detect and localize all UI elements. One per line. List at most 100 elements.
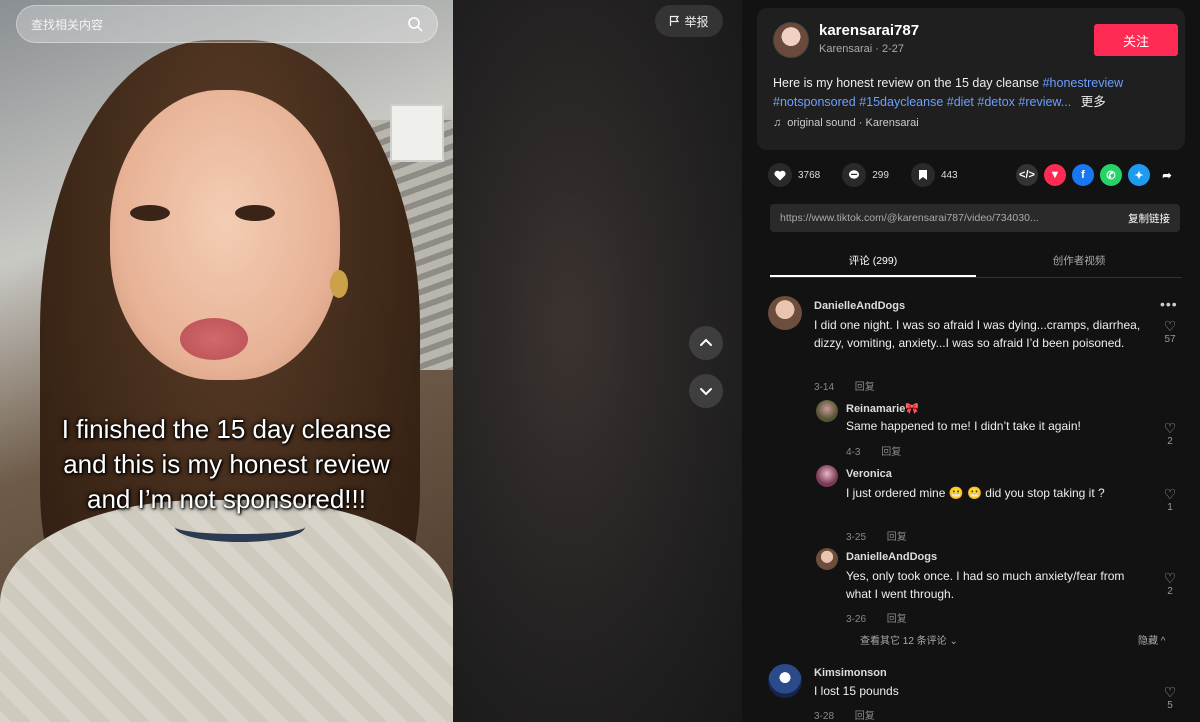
comment-date: 3-26 bbox=[846, 614, 867, 625]
copy-link-button[interactable]: 复制链接 bbox=[1128, 211, 1170, 226]
comment-date: 4-3 bbox=[846, 447, 861, 458]
comment-meta: 3-26 回复 bbox=[846, 610, 907, 625]
video-description: Here is my honest review on the 15 day c… bbox=[773, 74, 1173, 112]
heart-outline-icon: ♡ bbox=[1163, 318, 1177, 334]
comment-username[interactable]: Reinamarie🎀 bbox=[846, 402, 919, 415]
comment-like-count: 2 bbox=[1167, 586, 1173, 597]
tab-creator-videos[interactable]: 创作者视频 bbox=[976, 248, 1182, 277]
person-eye-right bbox=[235, 205, 275, 221]
author-card: karensarai787 Karensarai · 2-27 关注 Here … bbox=[757, 8, 1185, 150]
follow-button[interactable]: 关注 bbox=[1094, 24, 1178, 56]
person-lips bbox=[180, 318, 248, 360]
video-frame[interactable]: I finished the 15 day cleanse and this i… bbox=[0, 0, 453, 722]
pinterest-icon[interactable]: ▼ bbox=[1044, 164, 1066, 186]
hashtag-link[interactable]: #detox bbox=[977, 95, 1015, 109]
comment-text: Same happened to me! I didn’t take it ag… bbox=[846, 419, 1081, 433]
avatar[interactable] bbox=[816, 548, 838, 570]
search-icon[interactable] bbox=[407, 16, 423, 32]
comment-date: 3-28 bbox=[814, 711, 835, 722]
more-link[interactable]: 更多 bbox=[1081, 95, 1106, 109]
comment-like-button[interactable]: ♡ 1 bbox=[1160, 486, 1180, 513]
hashtag-link[interactable]: #diet bbox=[947, 95, 974, 109]
hide-replies-button[interactable]: 隐藏 ^ bbox=[1138, 632, 1165, 647]
search-input[interactable]: 查找相关内容 bbox=[31, 16, 407, 33]
comment-date: 3-14 bbox=[814, 382, 835, 393]
search-bar[interactable]: 查找相关内容 bbox=[16, 5, 438, 43]
chevron-down-icon bbox=[700, 388, 712, 396]
avatar[interactable] bbox=[768, 296, 802, 330]
author-avatar[interactable] bbox=[773, 22, 809, 58]
comment-username[interactable]: Kimsimonson bbox=[814, 667, 887, 679]
avatar[interactable] bbox=[768, 664, 802, 698]
hashtag-link[interactable]: #review... bbox=[1018, 95, 1071, 109]
comment-text: Yes, only took once. I had so much anxie… bbox=[846, 569, 1125, 601]
facebook-icon[interactable]: f bbox=[1072, 164, 1094, 186]
action-bar: 3768 299 443 </> ▼ f ✆ ✦ ➦ bbox=[768, 162, 1178, 188]
twitter-icon[interactable]: ✦ bbox=[1128, 164, 1150, 186]
background-box bbox=[390, 104, 444, 162]
comment-text: I lost 15 pounds bbox=[814, 684, 899, 698]
video-blurred-background bbox=[453, 0, 742, 722]
tab-comments[interactable]: 评论 (299) bbox=[770, 248, 976, 277]
reply-button[interactable]: 回复 bbox=[887, 614, 907, 625]
comment-username[interactable]: DanielleAndDogs bbox=[814, 300, 905, 312]
author-username[interactable]: karensarai787 bbox=[819, 22, 919, 39]
hide-label: 隐藏 bbox=[1138, 636, 1158, 647]
caption-line: and this is my honest review bbox=[63, 449, 390, 479]
heart-outline-icon: ♡ bbox=[1163, 486, 1177, 502]
panel-tabs: 评论 (299) 创作者视频 bbox=[770, 248, 1182, 278]
whatsapp-icon[interactable]: ✆ bbox=[1100, 164, 1122, 186]
video-link-box: https://www.tiktok.com/@karensarai787/vi… bbox=[770, 204, 1180, 232]
comment-like-button[interactable]: ♡ 5 bbox=[1160, 684, 1180, 711]
next-video-button[interactable] bbox=[689, 374, 723, 408]
comment-like-count: 2 bbox=[1167, 436, 1173, 447]
comment-button[interactable]: 299 bbox=[842, 163, 889, 187]
comment-count: 299 bbox=[872, 169, 889, 181]
sound-link[interactable]: ♫ original sound · Karensarai bbox=[773, 117, 919, 129]
music-note-icon: ♫ bbox=[773, 117, 782, 129]
hashtag-link[interactable]: #15daycleanse bbox=[859, 95, 943, 109]
reply-button[interactable]: 回复 bbox=[855, 711, 875, 722]
view-more-replies-button[interactable]: 查看其它 12 条评论 ⌄ bbox=[860, 632, 958, 647]
avatar[interactable] bbox=[816, 400, 838, 422]
comment-username[interactable]: Veronica bbox=[846, 468, 892, 480]
comment-icon bbox=[842, 163, 867, 187]
video-link-url[interactable]: https://www.tiktok.com/@karensarai787/vi… bbox=[780, 212, 1128, 224]
like-button[interactable]: 3768 bbox=[768, 163, 820, 187]
comment-text: I just ordered mine 😬 😬 did you stop tak… bbox=[846, 486, 1105, 500]
heart-icon bbox=[768, 163, 792, 187]
comment-like-count: 1 bbox=[1167, 502, 1173, 513]
previous-video-button[interactable] bbox=[689, 326, 723, 360]
report-button[interactable]: 举报 bbox=[655, 5, 723, 37]
more-options-icon[interactable]: ••• bbox=[1160, 296, 1178, 312]
avatar[interactable] bbox=[816, 465, 838, 487]
sound-label: original sound · Karensarai bbox=[787, 117, 919, 129]
comment-meta: 3-25 回复 bbox=[846, 528, 907, 543]
comment-like-count: 57 bbox=[1164, 334, 1176, 345]
comment-meta: 4-3 回复 bbox=[846, 443, 901, 458]
comment-like-count: 5 bbox=[1167, 700, 1173, 711]
hashtag-link[interactable]: #honestreview bbox=[1043, 76, 1124, 90]
comment-username[interactable]: DanielleAndDogs bbox=[846, 551, 937, 563]
reply-button[interactable]: 回复 bbox=[887, 532, 907, 543]
comment-like-button[interactable]: ♡ 2 bbox=[1160, 570, 1180, 597]
save-button[interactable]: 443 bbox=[910, 163, 958, 187]
share-icons: </> ▼ f ✆ ✦ ➦ bbox=[1016, 164, 1178, 186]
details-panel: karensarai787 Karensarai · 2-27 关注 Here … bbox=[742, 0, 1200, 722]
chevron-up-icon: ^ bbox=[1160, 636, 1166, 647]
bookmark-icon bbox=[910, 163, 935, 187]
hashtag-link[interactable]: #notsponsored bbox=[773, 95, 856, 109]
comment-like-button[interactable]: ♡ 2 bbox=[1160, 420, 1180, 447]
share-arrow-icon[interactable]: ➦ bbox=[1156, 164, 1178, 186]
embed-icon[interactable]: </> bbox=[1016, 164, 1038, 186]
comment-like-button[interactable]: ♡ 57 bbox=[1160, 318, 1180, 345]
reply-button[interactable]: 回复 bbox=[881, 447, 901, 458]
comment-text: I did one night. I was so afraid I was d… bbox=[814, 318, 1141, 350]
video-player[interactable]: I finished the 15 day cleanse and this i… bbox=[0, 0, 742, 722]
heart-outline-icon: ♡ bbox=[1163, 684, 1177, 700]
reply-button[interactable]: 回复 bbox=[855, 382, 875, 393]
chevron-up-icon bbox=[700, 338, 712, 346]
video-caption: I finished the 15 day cleanse and this i… bbox=[20, 412, 433, 517]
report-label: 举报 bbox=[684, 14, 709, 29]
person-eye-left bbox=[130, 205, 170, 221]
